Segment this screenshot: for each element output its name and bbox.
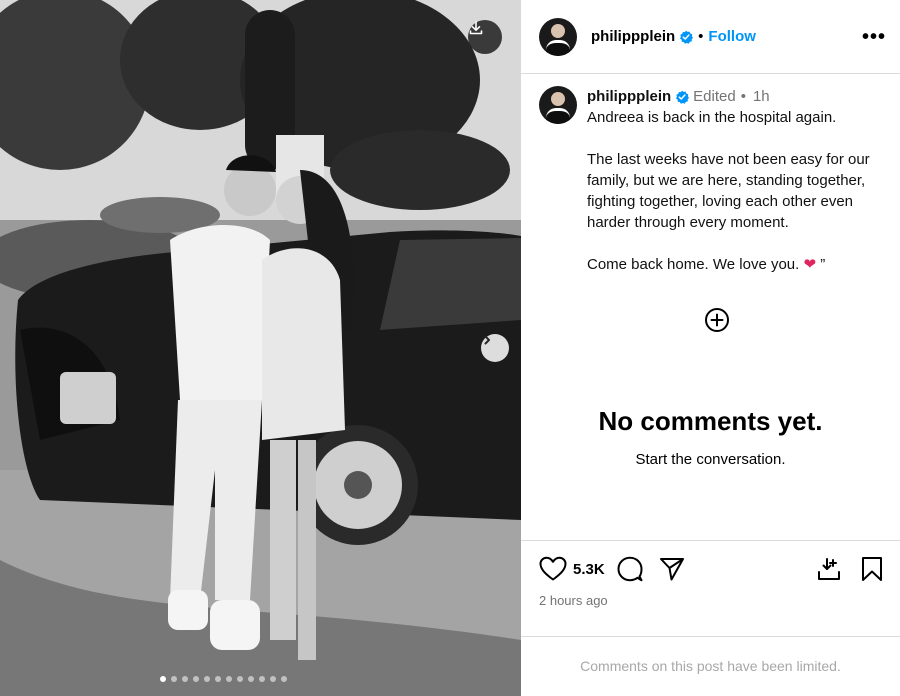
caption-line-1: Andreea is back in the hospital again. — [587, 109, 837, 126]
next-slide-button[interactable] — [481, 334, 509, 362]
likes-count[interactable]: 5.3K — [573, 561, 605, 578]
caption-avatar[interactable] — [539, 86, 577, 124]
carousel-dot — [248, 676, 254, 682]
header-separator: • — [698, 28, 704, 45]
bookmark-icon — [861, 556, 883, 582]
caption-line-3-tail: ” — [816, 256, 826, 273]
plus-circle-icon — [704, 307, 730, 333]
save-to-collection-button[interactable] — [817, 556, 843, 582]
caption-line-3-text: Come back home. We love you. — [587, 256, 800, 273]
comment-button[interactable] — [617, 556, 643, 582]
carousel-dots — [160, 676, 287, 682]
start-conversation-text: Start the conversation. — [635, 451, 786, 468]
avatar[interactable] — [539, 17, 577, 56]
caption-line-3: Come back home. We love you. ❤ ” — [587, 254, 893, 275]
carousel-dot — [204, 676, 210, 682]
carousel-dot — [270, 676, 276, 682]
carousel-dot — [259, 676, 265, 682]
send-icon — [659, 556, 685, 582]
more-options-button[interactable]: ••• — [862, 26, 886, 49]
download-to-collection-icon — [817, 556, 843, 582]
caption-text: Andreea is back in the hospital again. T… — [587, 107, 893, 275]
carousel-dot — [160, 676, 166, 682]
carousel-dot — [193, 676, 199, 682]
comments-limited-notice: Comments on this post have been limited. — [580, 658, 841, 674]
download-button[interactable] — [468, 20, 502, 54]
no-comments-title: No comments yet. — [598, 406, 823, 436]
photo-illustration — [0, 0, 521, 696]
carousel-dot — [215, 676, 221, 682]
share-button[interactable] — [659, 556, 685, 582]
follow-button[interactable]: Follow — [708, 28, 756, 45]
caption-separator: • — [740, 88, 746, 105]
posted-time[interactable]: 2 hours ago — [539, 593, 608, 608]
carousel-dot — [226, 676, 232, 682]
header-username[interactable]: philippplein — [591, 28, 675, 45]
limited-divider — [521, 636, 900, 637]
caption-username[interactable]: philippplein — [587, 86, 671, 107]
post-photo[interactable] — [0, 0, 521, 696]
comment-icon — [617, 556, 643, 582]
actions-divider — [521, 540, 900, 541]
caption-time[interactable]: 1h — [753, 86, 770, 107]
carousel-dot — [281, 676, 287, 682]
bookmark-button[interactable] — [861, 556, 883, 582]
post-actions-bar: 5.3K — [539, 554, 883, 584]
add-comment-button[interactable] — [704, 307, 730, 333]
carousel-dot — [237, 676, 243, 682]
verified-badge-icon — [679, 30, 694, 44]
like-button[interactable] — [539, 556, 567, 582]
carousel-dot — [182, 676, 188, 682]
heart-emoji-icon: ❤ — [803, 256, 817, 273]
carousel-dot — [171, 676, 177, 682]
caption-verified-badge-icon — [675, 90, 690, 104]
heart-icon — [539, 556, 567, 582]
post-side-panel: philippplein • Follow ••• philippplein E — [521, 0, 900, 696]
post-header: philippplein • Follow ••• — [521, 0, 900, 74]
edited-label: Edited — [693, 88, 736, 105]
caption-line-2: The last weeks have not been easy for ou… — [587, 151, 870, 231]
